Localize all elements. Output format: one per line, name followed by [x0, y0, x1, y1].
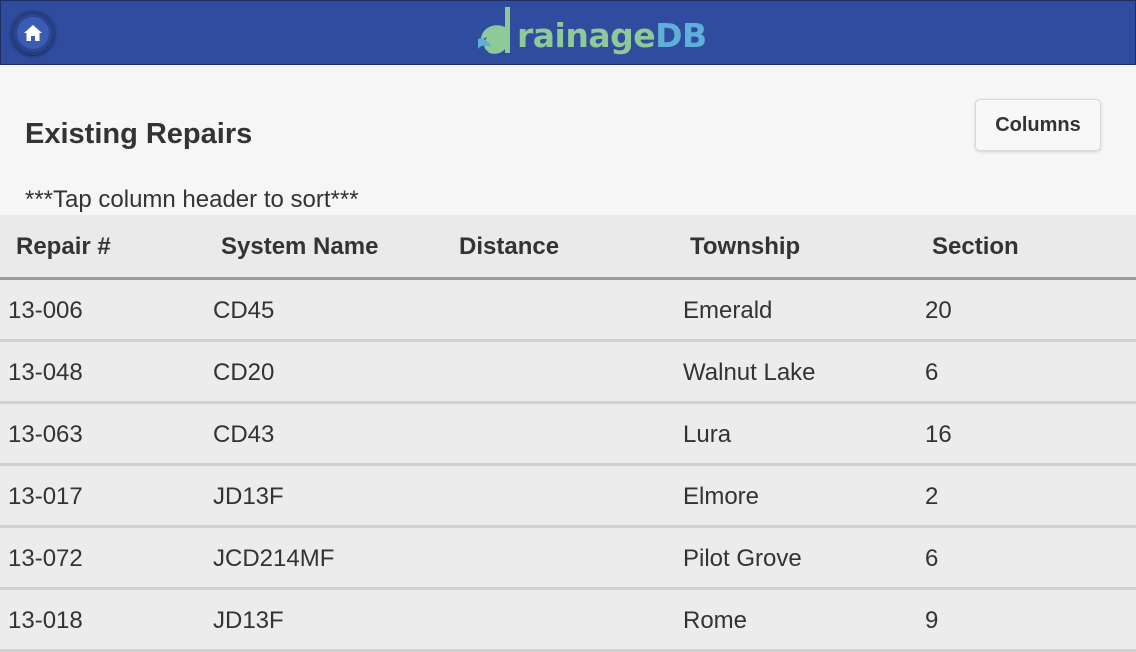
table-row[interactable]: 13-048 CD20 Walnut Lake 6: [0, 342, 1136, 404]
logo-text-db: DB: [655, 16, 707, 55]
cell-section: 20: [925, 297, 952, 324]
cell-system-name: CD45: [213, 297, 275, 324]
header-distance[interactable]: Distance: [459, 233, 559, 261]
home-icon: [24, 25, 42, 41]
cell-repair-number: 13-017: [8, 483, 83, 510]
table-row[interactable]: 13-018 JD13F Rome 9: [0, 590, 1136, 652]
table-row[interactable]: 13-072 JCD214MF Pilot Grove 6: [0, 528, 1136, 590]
cell-repair-number: 13-063: [8, 421, 83, 448]
cell-system-name: CD43: [213, 421, 275, 448]
header-system-name[interactable]: System Name: [221, 233, 378, 261]
cell-system-name: JCD214MF: [213, 545, 335, 572]
cell-township: Lura: [683, 421, 732, 448]
cell-repair-number: 13-018: [8, 607, 83, 634]
page-title: Existing Repairs: [25, 118, 253, 150]
cell-section: 6: [925, 359, 939, 386]
header-section[interactable]: Section: [932, 233, 1019, 261]
cell-section: 2: [925, 483, 939, 510]
home-icon-wrap: [17, 17, 49, 49]
cell-township: Emerald: [683, 297, 773, 324]
repairs-table: Repair # System Name Distance Township S…: [0, 215, 1136, 652]
logo-wordmark: rainageDB: [517, 19, 707, 52]
columns-button[interactable]: Columns: [975, 99, 1101, 151]
header-township[interactable]: Township: [690, 233, 800, 261]
cell-section: 6: [925, 545, 939, 572]
cell-system-name: CD20: [213, 359, 275, 386]
cell-township: Pilot Grove: [683, 545, 802, 572]
table-header: Repair # System Name Distance Township S…: [0, 215, 1136, 280]
drainagedb-logo: rainageDB: [473, 3, 707, 63]
home-button[interactable]: [11, 11, 55, 55]
table-row[interactable]: 13-017 JD13F Elmore 2: [0, 466, 1136, 528]
cell-section: 16: [925, 421, 952, 448]
cell-township: Rome: [683, 607, 748, 634]
logo-text-rainage: rainage: [517, 16, 656, 55]
logo-d-mark: [477, 7, 510, 55]
cell-township: Elmore: [683, 483, 760, 510]
cell-section: 9: [925, 607, 939, 634]
table-row[interactable]: 13-006 CD45 Emerald 20: [0, 280, 1136, 342]
table-row[interactable]: 13-063 CD43 Lura 16: [0, 404, 1136, 466]
cell-system-name: JD13F: [213, 607, 284, 634]
top-bar: rainageDB: [0, 0, 1136, 65]
cell-system-name: JD13F: [213, 483, 284, 510]
cell-township: Walnut Lake: [683, 359, 816, 386]
sort-hint: ***Tap column header to sort***: [25, 186, 359, 213]
cell-repair-number: 13-048: [8, 359, 83, 386]
cell-repair-number: 13-072: [8, 545, 83, 572]
cell-repair-number: 13-006: [8, 297, 83, 324]
header-repair-number[interactable]: Repair #: [16, 233, 111, 261]
